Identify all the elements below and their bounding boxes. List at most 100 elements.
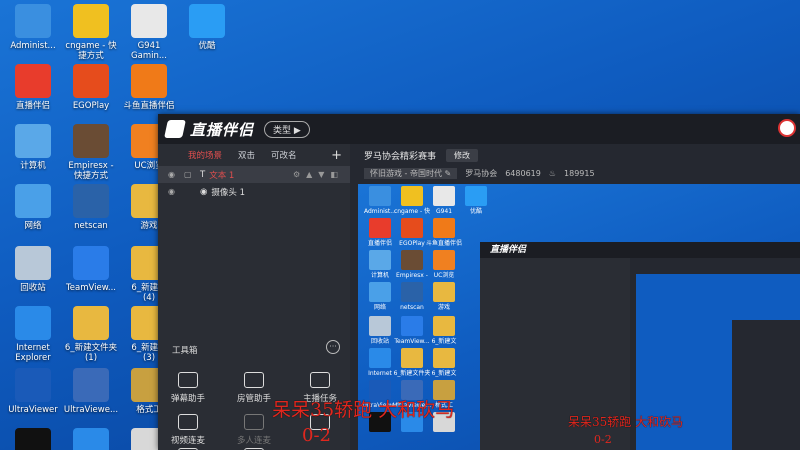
add-scene-icon[interactable]: + (331, 148, 342, 163)
desktop-icon[interactable]: 回收站 (4, 246, 62, 293)
app-icon (15, 368, 51, 402)
tool-label: 弹幕助手 (170, 394, 205, 404)
tool-video-link[interactable]: 视频连麦 (160, 414, 216, 446)
preview-desktop-icon: 游戏 (424, 282, 464, 311)
app-icon (15, 64, 51, 98)
app-titlebar: 直播伴侣 类型 ▶ (158, 114, 800, 144)
desktop-icon[interactable]: 斗鱼直播伴侣 (120, 64, 178, 111)
type-button[interactable]: 类型 ▶ (264, 120, 310, 138)
category-selector[interactable]: 怀旧游戏 - 帝国时代 ✎ (364, 167, 458, 179)
preview-app-icon (401, 218, 423, 238)
app-logo-text: 直播伴侣 (190, 120, 255, 139)
desktop-icon[interactable]: 优酷 (178, 4, 236, 51)
overlay-score-nested: 0-2 (594, 433, 612, 446)
desktop-icon[interactable]: UltraViewe... (62, 368, 120, 415)
tool-label: 房管助手 (236, 394, 271, 404)
overlay-score: 0-2 (302, 425, 331, 446)
preview-app-icon (401, 250, 423, 270)
tab-double-click[interactable]: 双击 (238, 149, 255, 161)
more-icon[interactable]: ··· (326, 340, 340, 354)
eye-icon[interactable]: ◉ (168, 187, 184, 196)
app-icon (15, 4, 51, 38)
camera-source-icon: ◉ (200, 186, 208, 197)
danmu-icon (178, 372, 198, 388)
desktop-icon-label: 回收站 (20, 283, 46, 293)
eye-icon[interactable]: ◉ (168, 170, 184, 179)
desktop-icon[interactable]: 计算机 (4, 124, 62, 171)
app-icon (15, 124, 51, 158)
overlay-title-nested: 呆呆35轿跑 大和砍马 (568, 415, 684, 429)
app-logo: 直播伴侣 (164, 119, 255, 140)
room-info-bar: 怀旧游戏 - 帝国时代 ✎ 罗马协会 6480619 ♨ 189915 (350, 166, 800, 180)
desktop-icon[interactable]: TeamView... (62, 246, 120, 293)
preview-app-icon (433, 218, 455, 238)
preview-icon-label: 斗鱼直播伴侣 (425, 240, 462, 247)
multi-link-icon (244, 414, 264, 430)
source-row-text[interactable]: ◉ ▢ T 文本 1 ⚙▲▼◧ (158, 166, 350, 183)
preview-icon-label: 6_新建文 (431, 370, 457, 377)
desktop-icon-label: Administ... (10, 41, 56, 51)
preview-app-icon (465, 186, 487, 206)
desktop-icon[interactable]: Internet Explorer (4, 306, 62, 363)
preview-app-icon (401, 316, 423, 336)
tool-danmu[interactable]: 弹幕助手 (160, 372, 216, 404)
preview-app-icon (369, 250, 391, 270)
preview-app-icon (369, 282, 391, 302)
desktop-icon-label: Empiresx - 快捷方式 (68, 161, 114, 181)
preview-icon-label: G941 (435, 208, 453, 215)
desktop-icon-label: cngame - 快 捷方式 (65, 41, 117, 61)
app-icon (73, 124, 109, 158)
app-icon (15, 246, 51, 280)
desktop-icon[interactable]: Empiresx - 快捷方式 (62, 124, 120, 181)
desktop-icon[interactable]: 6_新建文件夹 (1) (62, 306, 120, 363)
desktop-icon[interactable]: cngame - 快 捷方式 (62, 4, 120, 61)
app-icon (189, 4, 225, 38)
desktop-icon[interactable]: netscan (62, 184, 120, 231)
user-avatar[interactable] (778, 119, 796, 137)
desktop-icon[interactable]: EGOPlay (62, 64, 120, 111)
lock-icon[interactable]: ▢ (184, 170, 200, 179)
video-link-icon (178, 414, 198, 430)
desktop-icon-label: G941 Gamin... (131, 41, 167, 61)
overlay-title: 呆呆35轿跑 大和砍马 (272, 399, 455, 421)
tab-my-scenes[interactable]: 我的场景 (188, 149, 222, 161)
desktop-icon[interactable] (4, 428, 62, 450)
desktop-icon-label: 斗鱼直播伴侣 (123, 101, 175, 111)
desktop-icon-label: netscan (74, 221, 108, 231)
desktop-icon[interactable] (62, 428, 120, 450)
desktop-icon-label: TeamView... (66, 283, 116, 293)
tasks-icon (310, 372, 330, 388)
text-source-icon: T (200, 169, 206, 180)
source-label: 文本 1 (209, 170, 235, 181)
source-actions-icons[interactable]: ⚙▲▼◧ (293, 170, 344, 179)
preview-icon-label: 游戏 (437, 304, 450, 311)
room-id: 6480619 (505, 168, 541, 178)
heat-icon: ♨ (548, 168, 557, 178)
preview-app-icon (369, 348, 391, 368)
desktop-icon[interactable]: G941 Gamin... (120, 4, 178, 61)
app-icon (15, 306, 51, 340)
room-bar: 罗马协会精彩赛事 修改 (350, 144, 800, 166)
app-icon (73, 4, 109, 38)
nested-app-title: 直播伴侣 (480, 242, 800, 258)
tool-label: 多人连麦 (236, 436, 271, 446)
desktop-icon[interactable]: Administ... (4, 4, 62, 51)
desktop-icon-label: 网络 (24, 221, 42, 231)
desktop-icon[interactable]: 直播伴侣 (4, 64, 62, 111)
preview-icon-label: 计算机 (370, 272, 389, 279)
preview-app-icon (401, 282, 423, 302)
tab-rename[interactable]: 可改名 (271, 149, 297, 161)
app-icon (73, 184, 109, 218)
desktop-icon[interactable]: UltraViewer (4, 368, 62, 415)
app-icon (73, 306, 109, 340)
edit-button[interactable]: 修改 (446, 148, 479, 162)
source-row-camera[interactable]: ◉ ◉ 摄像头 1 (158, 183, 350, 200)
desktop-icon-label: UltraViewer (8, 405, 58, 415)
preview-app-icon (433, 250, 455, 270)
app-icon (73, 368, 109, 402)
desktop-icon[interactable]: 网络 (4, 184, 62, 231)
preview-desktop-icon: 斗鱼直播伴侣 (424, 218, 464, 247)
preview-desktop-icon: UC浏览 (424, 250, 464, 279)
admin-icon (244, 372, 264, 388)
preview-app-icon (433, 348, 455, 368)
